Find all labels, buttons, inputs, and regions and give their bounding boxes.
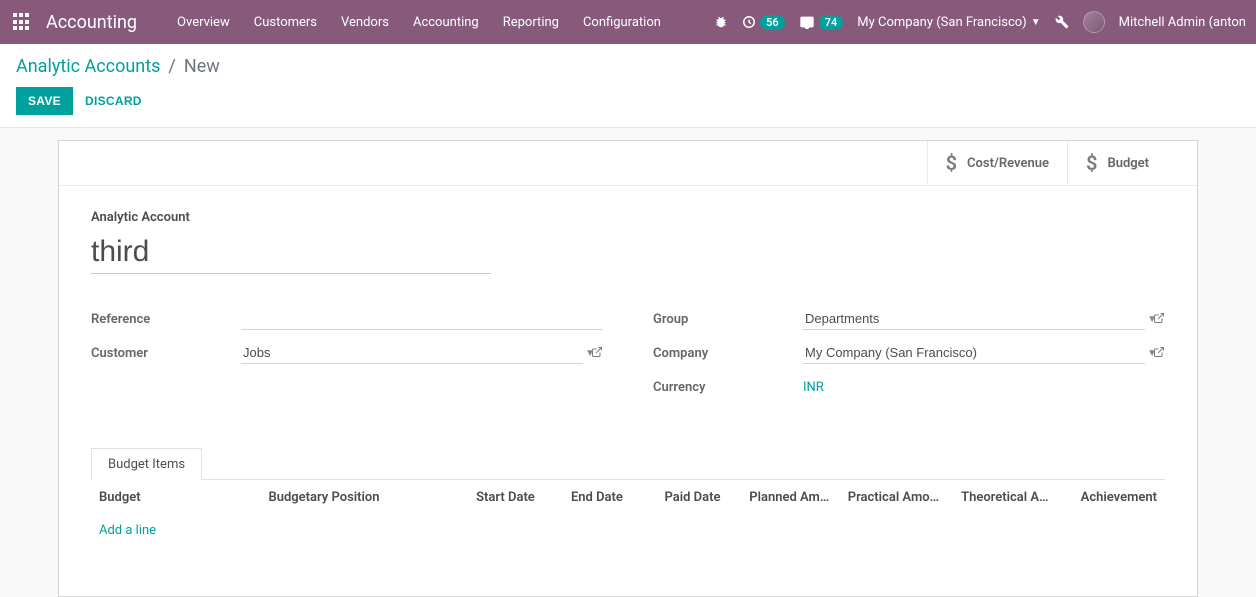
nav-item-overview[interactable]: Overview (177, 15, 230, 30)
col-practical-amount[interactable]: Practical Amo… (837, 480, 947, 515)
col-achievement[interactable]: Achievement (1056, 480, 1165, 515)
label-customer: Customer (91, 346, 241, 361)
group-input[interactable] (803, 308, 1145, 330)
field-currency: Currency INR (653, 374, 1165, 400)
avatar[interactable] (1083, 11, 1105, 33)
external-link-icon[interactable] (1153, 312, 1165, 327)
nav-item-accounting[interactable]: Accounting (413, 15, 479, 30)
footer-space (59, 546, 1197, 596)
control-panel: Analytic Accounts / New Save Discard (0, 44, 1256, 128)
table-header-row: Budget Budgetary Position Start Date End… (91, 480, 1165, 515)
add-line-link[interactable]: Add a line (99, 523, 1157, 538)
stat-budget-label: Budget (1107, 156, 1149, 171)
nav-item-configuration[interactable]: Configuration (583, 15, 661, 30)
external-link-icon[interactable] (1153, 346, 1165, 361)
col-budget[interactable]: Budget (91, 480, 260, 515)
dollar-icon: $ (946, 151, 957, 175)
title-label: Analytic Account (91, 210, 1165, 225)
dollar-icon: $ (1086, 151, 1097, 175)
navbar: Accounting Overview Customers Vendors Ac… (0, 0, 1256, 44)
buttons-row: Save Discard (16, 87, 1240, 115)
col-paid-date[interactable]: Paid Date (631, 480, 729, 515)
nav-right: 56 74 My Company (San Francisco) ▼ Mitch… (714, 11, 1246, 33)
nav-item-vendors[interactable]: Vendors (341, 15, 389, 30)
company-input[interactable] (803, 342, 1145, 364)
field-group: Group ▼ (653, 306, 1165, 332)
nav-menu: Overview Customers Vendors Accounting Re… (177, 15, 661, 30)
messages-icon[interactable]: 74 (799, 15, 844, 30)
form-sheet: $ Cost/Revenue $ Budget Analytic Account… (58, 140, 1198, 597)
app-name[interactable]: Accounting (46, 12, 137, 33)
button-box: $ Cost/Revenue $ Budget (59, 141, 1197, 186)
tabs: Budget Items Budget Budgetary Position S… (59, 448, 1197, 546)
apps-icon[interactable] (10, 10, 34, 34)
field-col-right: Group ▼ Company ▼ (653, 306, 1165, 408)
nav-item-reporting[interactable]: Reporting (503, 15, 559, 30)
activities-badge: 56 (760, 15, 785, 30)
tab-list: Budget Items (91, 448, 1165, 480)
currency-value[interactable]: INR (803, 380, 824, 395)
field-company: Company ▼ (653, 340, 1165, 366)
debug-icon[interactable] (714, 15, 728, 29)
field-reference: Reference (91, 306, 603, 332)
stat-budget[interactable]: $ Budget (1067, 141, 1197, 185)
activities-icon[interactable]: 56 (742, 15, 785, 30)
reference-input[interactable] (241, 308, 603, 330)
chevron-down-icon: ▼ (1031, 17, 1041, 28)
breadcrumb-parent[interactable]: Analytic Accounts (16, 56, 160, 77)
user-name[interactable]: Mitchell Admin (anton (1119, 15, 1246, 30)
form-body: Analytic Account Reference Customer (59, 186, 1197, 408)
table-row-addline: Add a line (91, 515, 1165, 546)
tab-content: Budget Budgetary Position Start Date End… (91, 480, 1165, 546)
breadcrumb-current: New (184, 56, 220, 77)
budget-items-table: Budget Budgetary Position Start Date End… (91, 480, 1165, 546)
external-link-icon[interactable] (591, 346, 603, 361)
messages-badge: 74 (819, 15, 844, 30)
company-name: My Company (San Francisco) (857, 15, 1026, 30)
label-company: Company (653, 346, 803, 361)
nav-item-customers[interactable]: Customers (254, 15, 317, 30)
settings-icon[interactable] (1055, 15, 1069, 29)
col-end-date[interactable]: End Date (543, 480, 631, 515)
label-currency: Currency (653, 380, 803, 395)
col-planned-amount[interactable]: Planned Am… (728, 480, 837, 515)
field-grid: Reference Customer ▼ (91, 306, 1165, 408)
company-selector[interactable]: My Company (San Francisco) ▼ (857, 15, 1040, 30)
col-theoretical-amount[interactable]: Theoretical A… (947, 480, 1056, 515)
col-start-date[interactable]: Start Date (454, 480, 543, 515)
field-customer: Customer ▼ (91, 340, 603, 366)
discard-button[interactable]: Discard (81, 87, 146, 115)
field-col-left: Reference Customer ▼ (91, 306, 603, 408)
form-bg: $ Cost/Revenue $ Budget Analytic Account… (0, 140, 1256, 597)
col-budgetary-position[interactable]: Budgetary Position (260, 480, 454, 515)
customer-input[interactable] (241, 342, 583, 364)
stat-cost-revenue-label: Cost/Revenue (967, 156, 1049, 171)
label-reference: Reference (91, 312, 241, 327)
stat-cost-revenue[interactable]: $ Cost/Revenue (927, 141, 1067, 185)
tab-budget-items[interactable]: Budget Items (91, 448, 202, 480)
label-group: Group (653, 312, 803, 327)
name-input[interactable] (91, 231, 491, 274)
breadcrumb: Analytic Accounts / New (16, 56, 1240, 77)
save-button[interactable]: Save (16, 87, 73, 115)
breadcrumb-separator: / (168, 56, 175, 77)
